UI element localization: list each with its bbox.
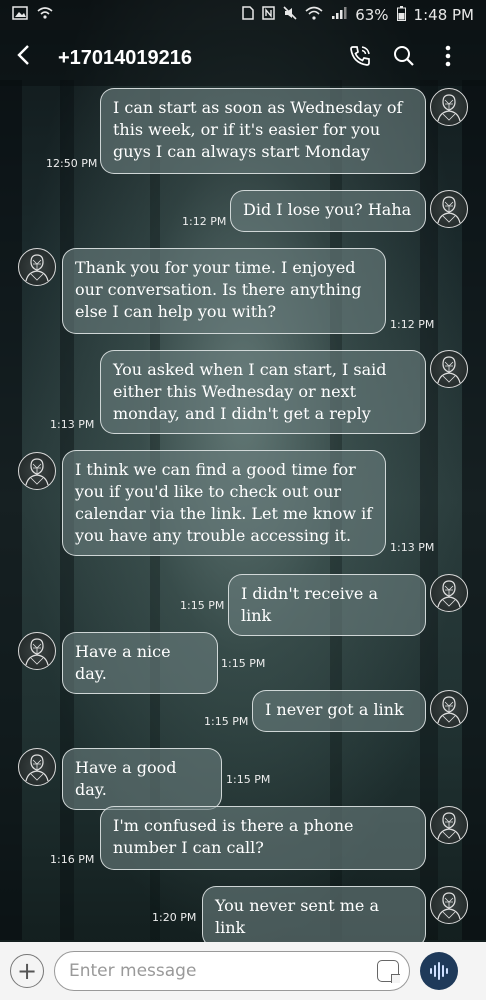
message-bubble[interactable]: Thank you for your time. I enjoyed our c… xyxy=(62,248,386,334)
sim-icon xyxy=(242,6,254,24)
composer-bar: + xyxy=(0,942,486,1000)
message-timestamp: 1:16 PM xyxy=(50,853,95,866)
message-bubble[interactable]: Have a nice day. xyxy=(62,632,218,694)
message-bubble[interactable]: I'm confused is there a phone number I c… xyxy=(100,806,426,870)
message-timestamp: 1:20 PM xyxy=(152,911,197,924)
search-icon[interactable] xyxy=(382,45,426,72)
plus-icon[interactable]: + xyxy=(10,954,44,988)
message-bubble[interactable]: Have a good day. xyxy=(62,748,222,810)
battery-icon xyxy=(396,5,406,25)
clock: 1:48 PM xyxy=(413,6,474,24)
more-vertical-icon[interactable] xyxy=(426,45,470,72)
nfc-icon xyxy=(262,6,275,24)
contact-avatar[interactable] xyxy=(18,748,56,786)
message-timestamp: 1:15 PM xyxy=(204,715,249,728)
mute-icon xyxy=(283,6,297,24)
message-bubble[interactable]: I never got a link xyxy=(252,690,426,732)
wifi-icon xyxy=(305,6,323,24)
voice-input-icon[interactable] xyxy=(420,952,458,990)
status-bar: 63% 1:48 PM xyxy=(0,0,486,30)
message-timestamp: 1:15 PM xyxy=(180,599,225,612)
contact-avatar[interactable] xyxy=(18,632,56,670)
message-bubble[interactable]: I didn't receive a link xyxy=(228,574,426,636)
message-timestamp: 1:13 PM xyxy=(50,418,95,431)
message-bubble[interactable]: Did I lose you? Haha xyxy=(230,190,426,232)
message-timestamp: 1:12 PM xyxy=(182,215,227,228)
my-avatar xyxy=(430,574,468,612)
my-avatar xyxy=(430,350,468,388)
contact-title[interactable]: +17014019216 xyxy=(58,47,338,70)
message-input-box[interactable] xyxy=(54,951,410,991)
contact-avatar[interactable] xyxy=(18,452,56,490)
wifi-calling-icon xyxy=(36,6,54,24)
message-bubble[interactable]: I think we can find a good time for you … xyxy=(62,450,386,556)
contact-avatar[interactable] xyxy=(18,248,56,286)
back-arrow-icon[interactable] xyxy=(16,43,46,73)
message-timestamp: 1:13 PM xyxy=(390,541,435,554)
image-icon xyxy=(12,6,28,24)
my-avatar xyxy=(430,88,468,126)
message-bubble[interactable]: I can start as soon as Wednesday of this… xyxy=(100,88,426,174)
my-avatar xyxy=(430,806,468,844)
message-timestamp: 1:12 PM xyxy=(390,318,435,331)
signal-icon xyxy=(331,6,347,24)
battery-percent: 63% xyxy=(355,6,389,24)
phone-call-icon[interactable] xyxy=(338,44,382,73)
message-input[interactable] xyxy=(69,961,377,981)
message-timestamp: 12:50 PM xyxy=(46,157,98,170)
conversation-header: +17014019216 xyxy=(0,30,486,86)
my-avatar xyxy=(430,690,468,728)
message-bubble[interactable]: You never sent me a link xyxy=(202,886,426,948)
my-avatar xyxy=(430,190,468,228)
message-timestamp: 1:15 PM xyxy=(221,657,266,670)
message-timestamp: 1:15 PM xyxy=(226,773,271,786)
my-avatar xyxy=(430,886,468,924)
sticker-icon[interactable] xyxy=(377,960,400,983)
message-bubble[interactable]: You asked when I can start, I said eithe… xyxy=(100,350,426,434)
